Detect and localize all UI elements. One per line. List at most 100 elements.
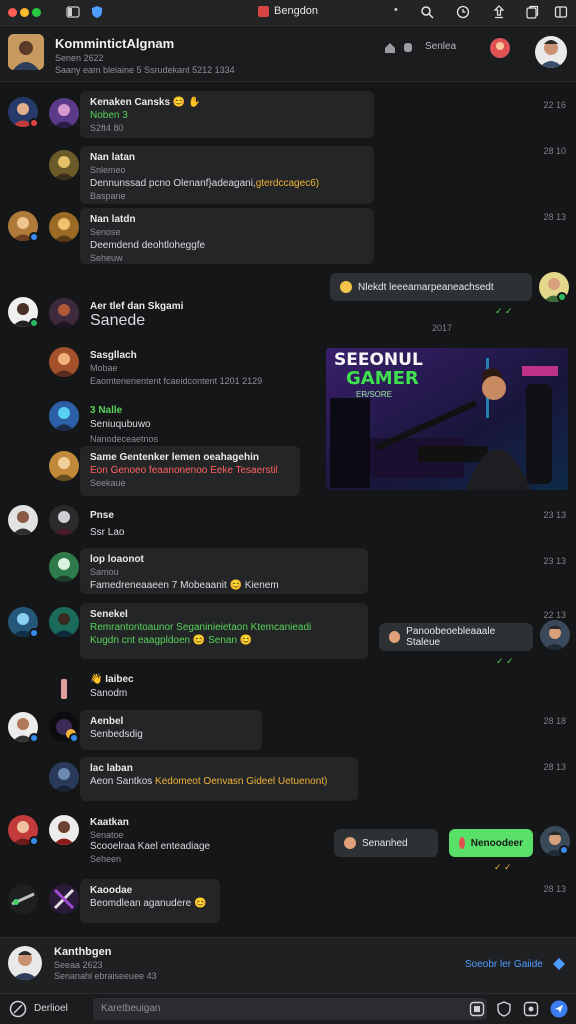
chat-header: KommintictAlgnam Senen 2622 Saany eam bl… [0,26,576,82]
sender-avatar[interactable] [49,451,79,481]
outgoing-message[interactable]: Nenoodeer [449,829,533,857]
message-time: 28 18 [543,716,566,726]
sender-avatar[interactable] [49,212,79,242]
avatar-icon [389,631,401,643]
status-badge [69,733,79,743]
sender-avatar[interactable] [49,884,79,914]
outgoing-message[interactable]: Nlekdt leeeamarpeaneachsedt [330,273,532,301]
message-input[interactable]: Karetbeuigan [93,998,487,1020]
header-action-button[interactable]: Senlea [425,41,456,52]
status-badge [29,118,39,128]
message-bubble[interactable]: Same Gentenker lemen oeahagehin Eon Geno… [80,446,300,496]
tabs-icon[interactable] [554,5,568,19]
member-avatar[interactable] [490,38,510,58]
sender-avatar[interactable] [8,884,38,914]
emoji-icon [340,281,352,293]
sender-avatar[interactable] [49,401,79,431]
message-text[interactable]: 👋 Iaibec Sanodm [90,673,320,701]
message-time: 28 10 [543,146,566,156]
emoji-icon [459,837,465,849]
message-time: 28 13 [543,212,566,222]
history-icon[interactable] [456,5,470,19]
shield-icon[interactable] [496,1001,512,1022]
status-badge [29,232,39,242]
sender-avatar[interactable] [49,673,79,703]
message-text[interactable]: Sasgllach Mobae Eaomtenenentent fcaeidco… [90,349,320,388]
message-bubble[interactable]: Senekel Remrantontoaunor Seganinieietaon… [80,603,368,659]
message-bubble[interactable]: Aenbel Senbedsdig [80,710,262,750]
date-separator: 2017 [432,323,453,333]
window-title: Bengdon [258,5,318,17]
sender-avatar[interactable] [8,505,38,535]
channel-title: KommintictAlgnam [55,36,175,51]
outgoing-message[interactable]: Senanhed [334,829,438,857]
shared-image[interactable]: SEEONUL GAMER ER/SORE [326,348,568,490]
channel-avatar[interactable] [8,34,44,70]
sender-avatar[interactable] [49,815,79,845]
profile-card: Kanthbgen Seeaa 2623 Senanahl ebraiseeue… [0,937,576,993]
zoom-window-button[interactable] [32,8,41,17]
read-receipt: ✓ ✓ [495,306,513,316]
message-bubble[interactable]: lop loaonot Samou Famedreneaaeen 7 Mobea… [80,548,368,594]
message-text[interactable]: 3 Nalle Seniuqubuwo Nanodeceaetnos [90,404,320,446]
message-time: 23 13 [543,556,566,566]
channel-description: Saany eam bleiaine 5 Ssrudekant 5212 133… [55,65,235,75]
app-logo-icon [258,5,269,17]
copy-icon[interactable] [525,5,539,19]
user-avatar[interactable] [535,36,567,68]
close-window-button[interactable] [8,8,17,17]
message-time: 28 13 [543,762,566,772]
profile-desc: Senanahl ebraiseeuee 43 [54,971,157,981]
message-bubble[interactable]: lac laban Aeon Santkos Kedomeot Oenvasn … [80,757,358,801]
sender-avatar[interactable] [49,607,79,637]
sidebar-toggle-icon[interactable] [66,5,80,19]
status-badge [557,292,567,302]
gif-icon[interactable] [523,1001,539,1022]
sender-avatar[interactable] [49,505,79,535]
sender-avatar[interactable] [49,150,79,180]
sender-avatar[interactable] [49,762,79,792]
channel-subtitle: Senen 2622 [55,53,104,63]
status-badge [29,628,39,638]
search-icon[interactable] [420,5,434,19]
more-icon[interactable]: • [394,4,408,18]
message-bubble[interactable]: Kenaken Cansks 😊 ✋ Noben 3 S2ft4 80 [80,91,374,138]
composer-bar: Derlioel Karetbeuigan [0,993,576,1024]
share-icon[interactable] [492,5,506,19]
shield-icon[interactable] [90,5,104,19]
message-time: 22 13 [543,610,566,620]
avatar-icon [344,837,356,849]
status-badge [29,733,39,743]
outgoing-message[interactable]: Panoobeoebleaaale Staleue [379,623,533,651]
emoji-picker-icon[interactable] [9,1000,27,1023]
sender-avatar[interactable] [49,98,79,128]
status-badge [559,845,569,855]
bell-icon[interactable] [403,41,413,57]
sender-avatar[interactable] [49,347,79,377]
arrow-icon[interactable] [552,957,566,976]
profile-avatar[interactable] [8,946,42,980]
message-bubble[interactable]: Nan latan Snlemeo Dennunssad pcno Olenan… [80,146,374,204]
message-text[interactable]: Pnse Ssr Lao [90,507,320,541]
minimize-window-button[interactable] [20,8,29,17]
attach-icon[interactable] [469,1001,485,1022]
my-avatar[interactable] [540,620,570,650]
send-icon[interactable] [550,1000,568,1023]
status-badge [29,836,39,846]
sender-avatar[interactable] [49,552,79,582]
composer-label: Derlioel [34,1003,68,1014]
message-time: 23 13 [543,510,566,520]
profile-sub: Seeaa 2623 [54,960,103,970]
message-bubble[interactable]: Kaoodae Beomdlean aganudere 😊 [80,879,220,923]
title-bar: Bengdon • [0,0,576,26]
sender-avatar[interactable] [49,298,79,328]
status-badge [29,318,39,328]
home-icon[interactable] [383,41,397,57]
message-time: 28 13 [543,884,566,894]
message-text[interactable]: Aer tlef dan Skgami Sanede [90,300,320,329]
message-time: 22 16 [543,100,566,110]
profile-name: Kanthbgen [54,946,112,958]
message-text[interactable]: Kaatkan Senatoe Scooelraa Kael enteadiag… [90,817,330,865]
message-bubble[interactable]: Nan latdn Senose Deemdend deohtloheggfe … [80,208,374,264]
profile-link[interactable]: Soeobr ler Gaiide [465,959,543,970]
